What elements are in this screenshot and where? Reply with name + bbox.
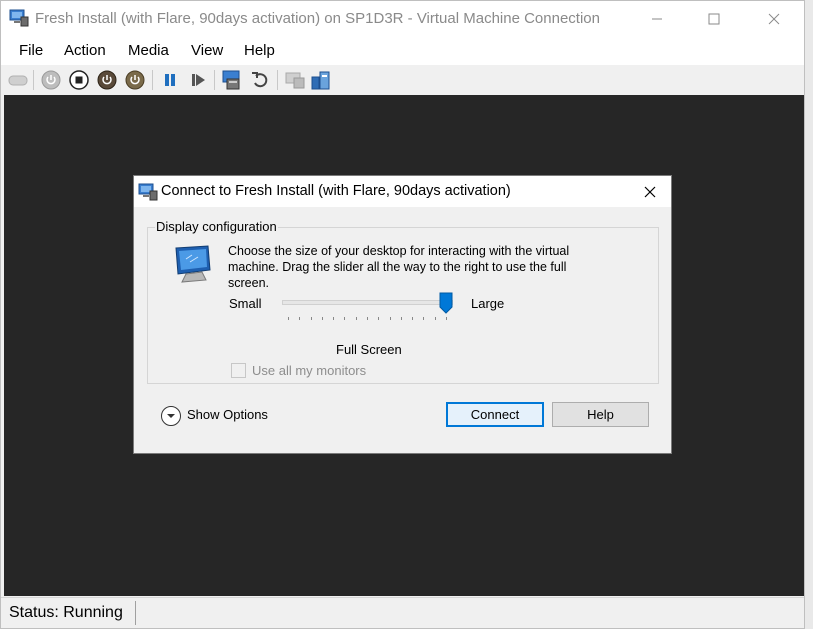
revert-icon bbox=[252, 72, 268, 88]
toolbar-separator bbox=[277, 70, 278, 90]
save-icon bbox=[125, 70, 145, 90]
dialog-title-bar[interactable]: Connect to Fresh Install (with Flare, 90… bbox=[134, 176, 671, 207]
shut-down-icon bbox=[97, 70, 117, 90]
slider-tick bbox=[434, 317, 436, 320]
connect-button[interactable]: Connect bbox=[446, 402, 544, 427]
close-icon bbox=[768, 13, 780, 25]
share-icon bbox=[311, 71, 330, 90]
slider-tick bbox=[299, 317, 301, 320]
slider-tick bbox=[412, 317, 414, 320]
enhanced-session-icon bbox=[285, 72, 305, 89]
resume-icon bbox=[192, 74, 205, 86]
maximize-icon bbox=[708, 13, 720, 25]
slider-value-label: Full Screen bbox=[336, 342, 402, 357]
dialog-close-button[interactable] bbox=[639, 181, 661, 203]
pause-icon bbox=[165, 74, 175, 86]
checkpoint-icon bbox=[222, 70, 240, 90]
pause-button[interactable] bbox=[159, 69, 181, 91]
menu-media[interactable]: Media bbox=[128, 42, 169, 59]
status-text: Status: Running bbox=[9, 604, 123, 621]
turn-off-button[interactable] bbox=[68, 69, 90, 91]
share-button[interactable] bbox=[310, 69, 332, 91]
ctrl-alt-del-icon bbox=[8, 75, 28, 86]
slider-tick bbox=[446, 317, 447, 320]
minimize-icon bbox=[652, 18, 662, 20]
revert-button[interactable] bbox=[249, 69, 271, 91]
menu-bar: File Action Media View Help bbox=[1, 37, 804, 65]
slider-tick bbox=[344, 317, 346, 320]
slider-tick bbox=[423, 317, 425, 320]
slider-max-label: Large bbox=[471, 296, 505, 311]
slider-thumb-icon bbox=[439, 292, 453, 314]
use-all-monitors-label: Use all my monitors bbox=[252, 363, 367, 378]
slider-tick bbox=[310, 317, 312, 320]
menu-view[interactable]: View bbox=[191, 42, 223, 59]
menu-action[interactable]: Action bbox=[64, 42, 106, 59]
close-icon bbox=[644, 186, 656, 198]
enhanced-session-button[interactable] bbox=[284, 69, 306, 91]
display-size-slider-thumb[interactable] bbox=[439, 292, 453, 314]
ctrl-alt-del-button[interactable] bbox=[7, 69, 29, 91]
show-options-button[interactable] bbox=[161, 406, 181, 426]
save-button[interactable] bbox=[124, 69, 146, 91]
window-title: Fresh Install (with Flare, 90days activa… bbox=[35, 10, 600, 27]
toolbar-separator bbox=[152, 70, 153, 90]
slider-tick bbox=[389, 317, 391, 320]
dialog-title: Connect to Fresh Install (with Flare, 90… bbox=[161, 183, 511, 199]
toolbar-separator bbox=[214, 70, 215, 90]
status-separator bbox=[135, 601, 136, 625]
vm-connection-icon bbox=[138, 183, 158, 201]
shut-down-button[interactable] bbox=[96, 69, 118, 91]
menu-help[interactable]: Help bbox=[244, 42, 275, 59]
display-description: Choose the size of your desktop for inte… bbox=[228, 244, 570, 290]
slider-tick bbox=[288, 317, 289, 320]
show-options-label[interactable]: Show Options bbox=[187, 407, 268, 422]
display-configuration-label: Display configuration bbox=[155, 219, 278, 234]
slider-tick bbox=[355, 317, 357, 320]
start-button[interactable] bbox=[40, 69, 62, 91]
close-button[interactable] bbox=[751, 1, 797, 37]
checkpoint-button[interactable] bbox=[221, 69, 243, 91]
connect-dialog: Connect to Fresh Install (with Flare, 90… bbox=[133, 175, 672, 454]
toolbar-separator bbox=[33, 70, 34, 90]
status-bar: Status: Running bbox=[1, 597, 804, 628]
chevron-down-icon bbox=[167, 414, 175, 418]
toolbar bbox=[1, 65, 804, 95]
use-all-monitors-checkbox[interactable] bbox=[231, 363, 246, 378]
start-icon bbox=[41, 70, 61, 90]
slider-tick bbox=[321, 317, 323, 320]
menu-file[interactable]: File bbox=[19, 42, 43, 59]
vm-connection-icon bbox=[9, 9, 29, 27]
maximize-button[interactable] bbox=[691, 1, 737, 37]
display-size-slider-track[interactable] bbox=[282, 300, 453, 305]
resume-button[interactable] bbox=[187, 69, 209, 91]
slider-tick bbox=[333, 317, 335, 320]
slider-min-label: Small bbox=[229, 296, 262, 311]
slider-tick bbox=[367, 317, 368, 320]
title-bar[interactable]: Fresh Install (with Flare, 90days activa… bbox=[1, 1, 804, 37]
minimize-button[interactable] bbox=[634, 1, 680, 37]
slider-tick bbox=[400, 317, 402, 320]
turn-off-icon bbox=[69, 70, 89, 90]
help-button[interactable]: Help bbox=[552, 402, 649, 427]
slider-tick bbox=[378, 317, 380, 320]
monitor-icon bbox=[172, 244, 214, 284]
